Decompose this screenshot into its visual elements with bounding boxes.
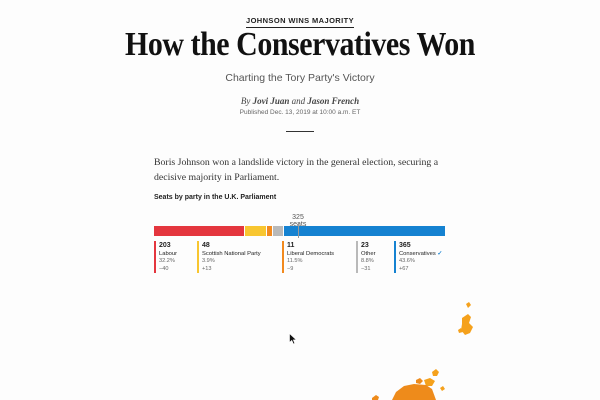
byline-prefix: By xyxy=(240,96,251,106)
party-name: Conservatives ✓ xyxy=(399,251,443,257)
byline: By Jovi Juan and Jason French xyxy=(0,96,600,106)
bar-segment-snp[interactable] xyxy=(244,226,266,236)
seat-change: −40 xyxy=(159,265,169,272)
seat-change: +13 xyxy=(202,265,212,272)
party-name: Scottish National Party xyxy=(202,251,261,257)
vote-share: 3.9% xyxy=(202,258,215,264)
seat-count: 203 xyxy=(159,242,171,249)
lede-paragraph: Boris Johnson won a landslide victory in… xyxy=(154,157,439,183)
vote-share: 32.2% xyxy=(159,258,175,264)
seat-bar xyxy=(154,226,445,236)
chart-title: Seats by party in the U.K. Parliament xyxy=(154,194,277,201)
party-label-libdem: 11 Liberal Democrats 11.5% −9 xyxy=(282,241,334,273)
byline-and: and xyxy=(291,96,306,106)
author-link-1[interactable]: Jovi Juan xyxy=(253,96,290,106)
majority-line xyxy=(298,222,299,238)
party-name: Labour xyxy=(159,251,178,257)
divider xyxy=(286,131,314,132)
publish-timestamp: Published Dec. 13, 2019 at 10:00 a.m. ET xyxy=(239,109,361,116)
bar-segment-conservatives[interactable] xyxy=(283,226,445,236)
seat-count: 23 xyxy=(361,242,369,249)
vote-share: 8.8% xyxy=(361,258,374,264)
party-label-conservatives: 365 Conservatives ✓ 43.6% +67 xyxy=(394,241,442,273)
seat-change: −31 xyxy=(361,265,371,272)
mouse-cursor-icon xyxy=(289,333,297,345)
party-name: Liberal Democrats xyxy=(287,251,335,257)
party-label-snp: 48 Scottish National Party 3.9% +13 xyxy=(197,241,261,273)
winner-check-icon: ✓ xyxy=(437,251,443,257)
headline: How the Conservatives Won xyxy=(125,26,475,63)
subheadline: Charting the Tory Party's Victory xyxy=(225,72,375,84)
party-name: Other xyxy=(361,251,376,257)
seat-change: +67 xyxy=(399,265,409,272)
seat-count: 365 xyxy=(399,242,411,249)
seat-count: 48 xyxy=(202,242,210,249)
vote-share: 43.6% xyxy=(399,258,415,264)
author-link-2[interactable]: Jason French xyxy=(307,96,359,106)
party-label-other: 23 Other 8.8% −31 xyxy=(356,241,376,273)
bar-segment-labour[interactable] xyxy=(154,226,244,236)
vote-share: 11.5% xyxy=(287,258,303,264)
seat-count: 11 xyxy=(287,242,295,249)
seat-change: −9 xyxy=(287,265,294,272)
party-label-labour: 203 Labour 32.2% −40 xyxy=(154,241,177,273)
bar-segment-other[interactable] xyxy=(272,226,283,236)
